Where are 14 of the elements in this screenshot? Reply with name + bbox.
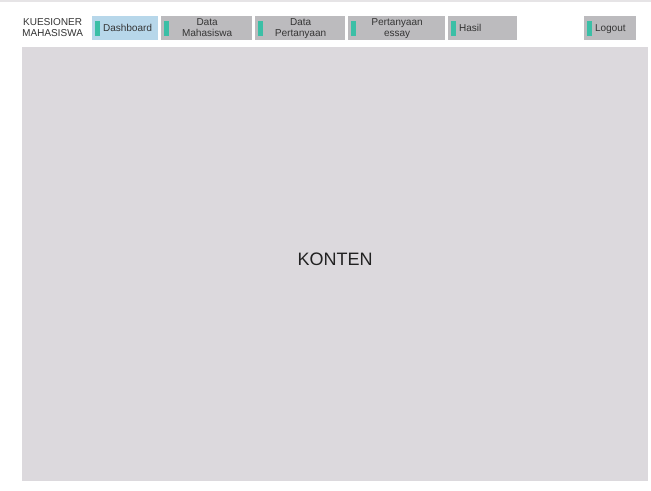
marker-icon: [258, 20, 263, 36]
app-title: KUESIONER MAHASISWA: [21, 17, 84, 39]
marker-icon: [451, 20, 456, 36]
marker-icon: [164, 20, 169, 36]
nav-tab[interactable]: Data Pertanyaan: [255, 16, 345, 40]
marker-icon: [351, 20, 356, 36]
nav-tab[interactable]: Pertanyaan essay: [348, 16, 445, 40]
marker-icon: [95, 20, 100, 36]
nav-tab[interactable]: Dashboard: [92, 16, 158, 40]
logout-button[interactable]: Logout: [584, 16, 636, 40]
nav-tab[interactable]: Hasil: [448, 16, 517, 40]
content-label: KONTEN: [297, 248, 372, 270]
marker-icon: [587, 20, 592, 36]
nav-tab[interactable]: Data Mahasiswa: [161, 16, 252, 40]
